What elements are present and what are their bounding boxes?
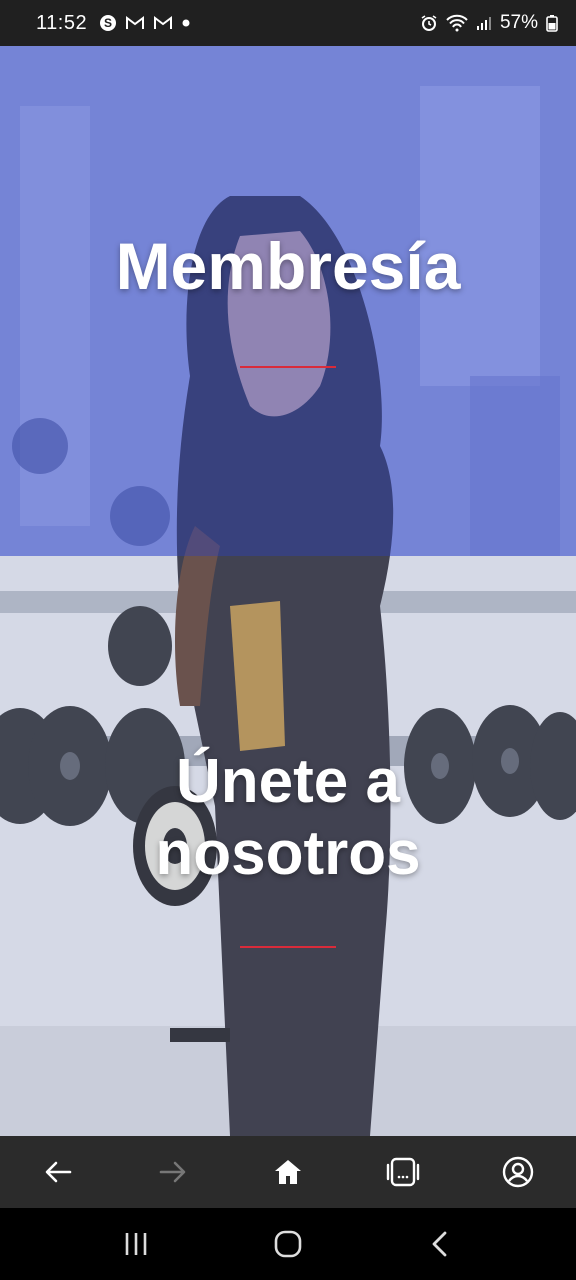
svg-text:S: S [104,16,112,30]
unete-title-line1: Únete a [176,747,400,816]
wifi-icon [446,14,468,32]
unete-title: Únete a nosotros [0,746,576,890]
gmail-icon [153,15,173,31]
recents-icon[interactable] [116,1224,156,1264]
back-arrow-icon[interactable] [40,1154,76,1190]
account-icon[interactable] [500,1154,536,1190]
membresia-title: Membresía [115,229,461,303]
notification-dot-icon [181,18,191,28]
home-icon[interactable] [270,1154,306,1190]
hero-section: Membresía Únete a nosotros [0,46,576,1136]
forward-arrow-icon[interactable] [155,1154,191,1190]
gmail-icon [125,15,145,31]
browser-toolbar [0,1136,576,1208]
home-circle-icon[interactable] [268,1224,308,1264]
signal-icon [476,15,492,31]
status-time: 11:52 [36,11,88,34]
unete-title-line2: nosotros [155,819,421,888]
status-left: 11:52 S [36,12,191,35]
status-bar: 11:52 S 57% [0,0,576,46]
gym-background-image [0,46,576,1136]
membresia-underline [240,366,336,368]
back-chevron-icon[interactable] [420,1224,460,1264]
skype-icon: S [99,14,117,32]
alarm-icon [420,14,438,32]
battery-icon [546,14,558,32]
tabs-icon[interactable] [385,1154,421,1190]
unete-underline [240,946,336,948]
status-right: 57% [420,12,558,34]
battery-percent: 57% [499,12,538,33]
system-nav-bar [0,1208,576,1280]
